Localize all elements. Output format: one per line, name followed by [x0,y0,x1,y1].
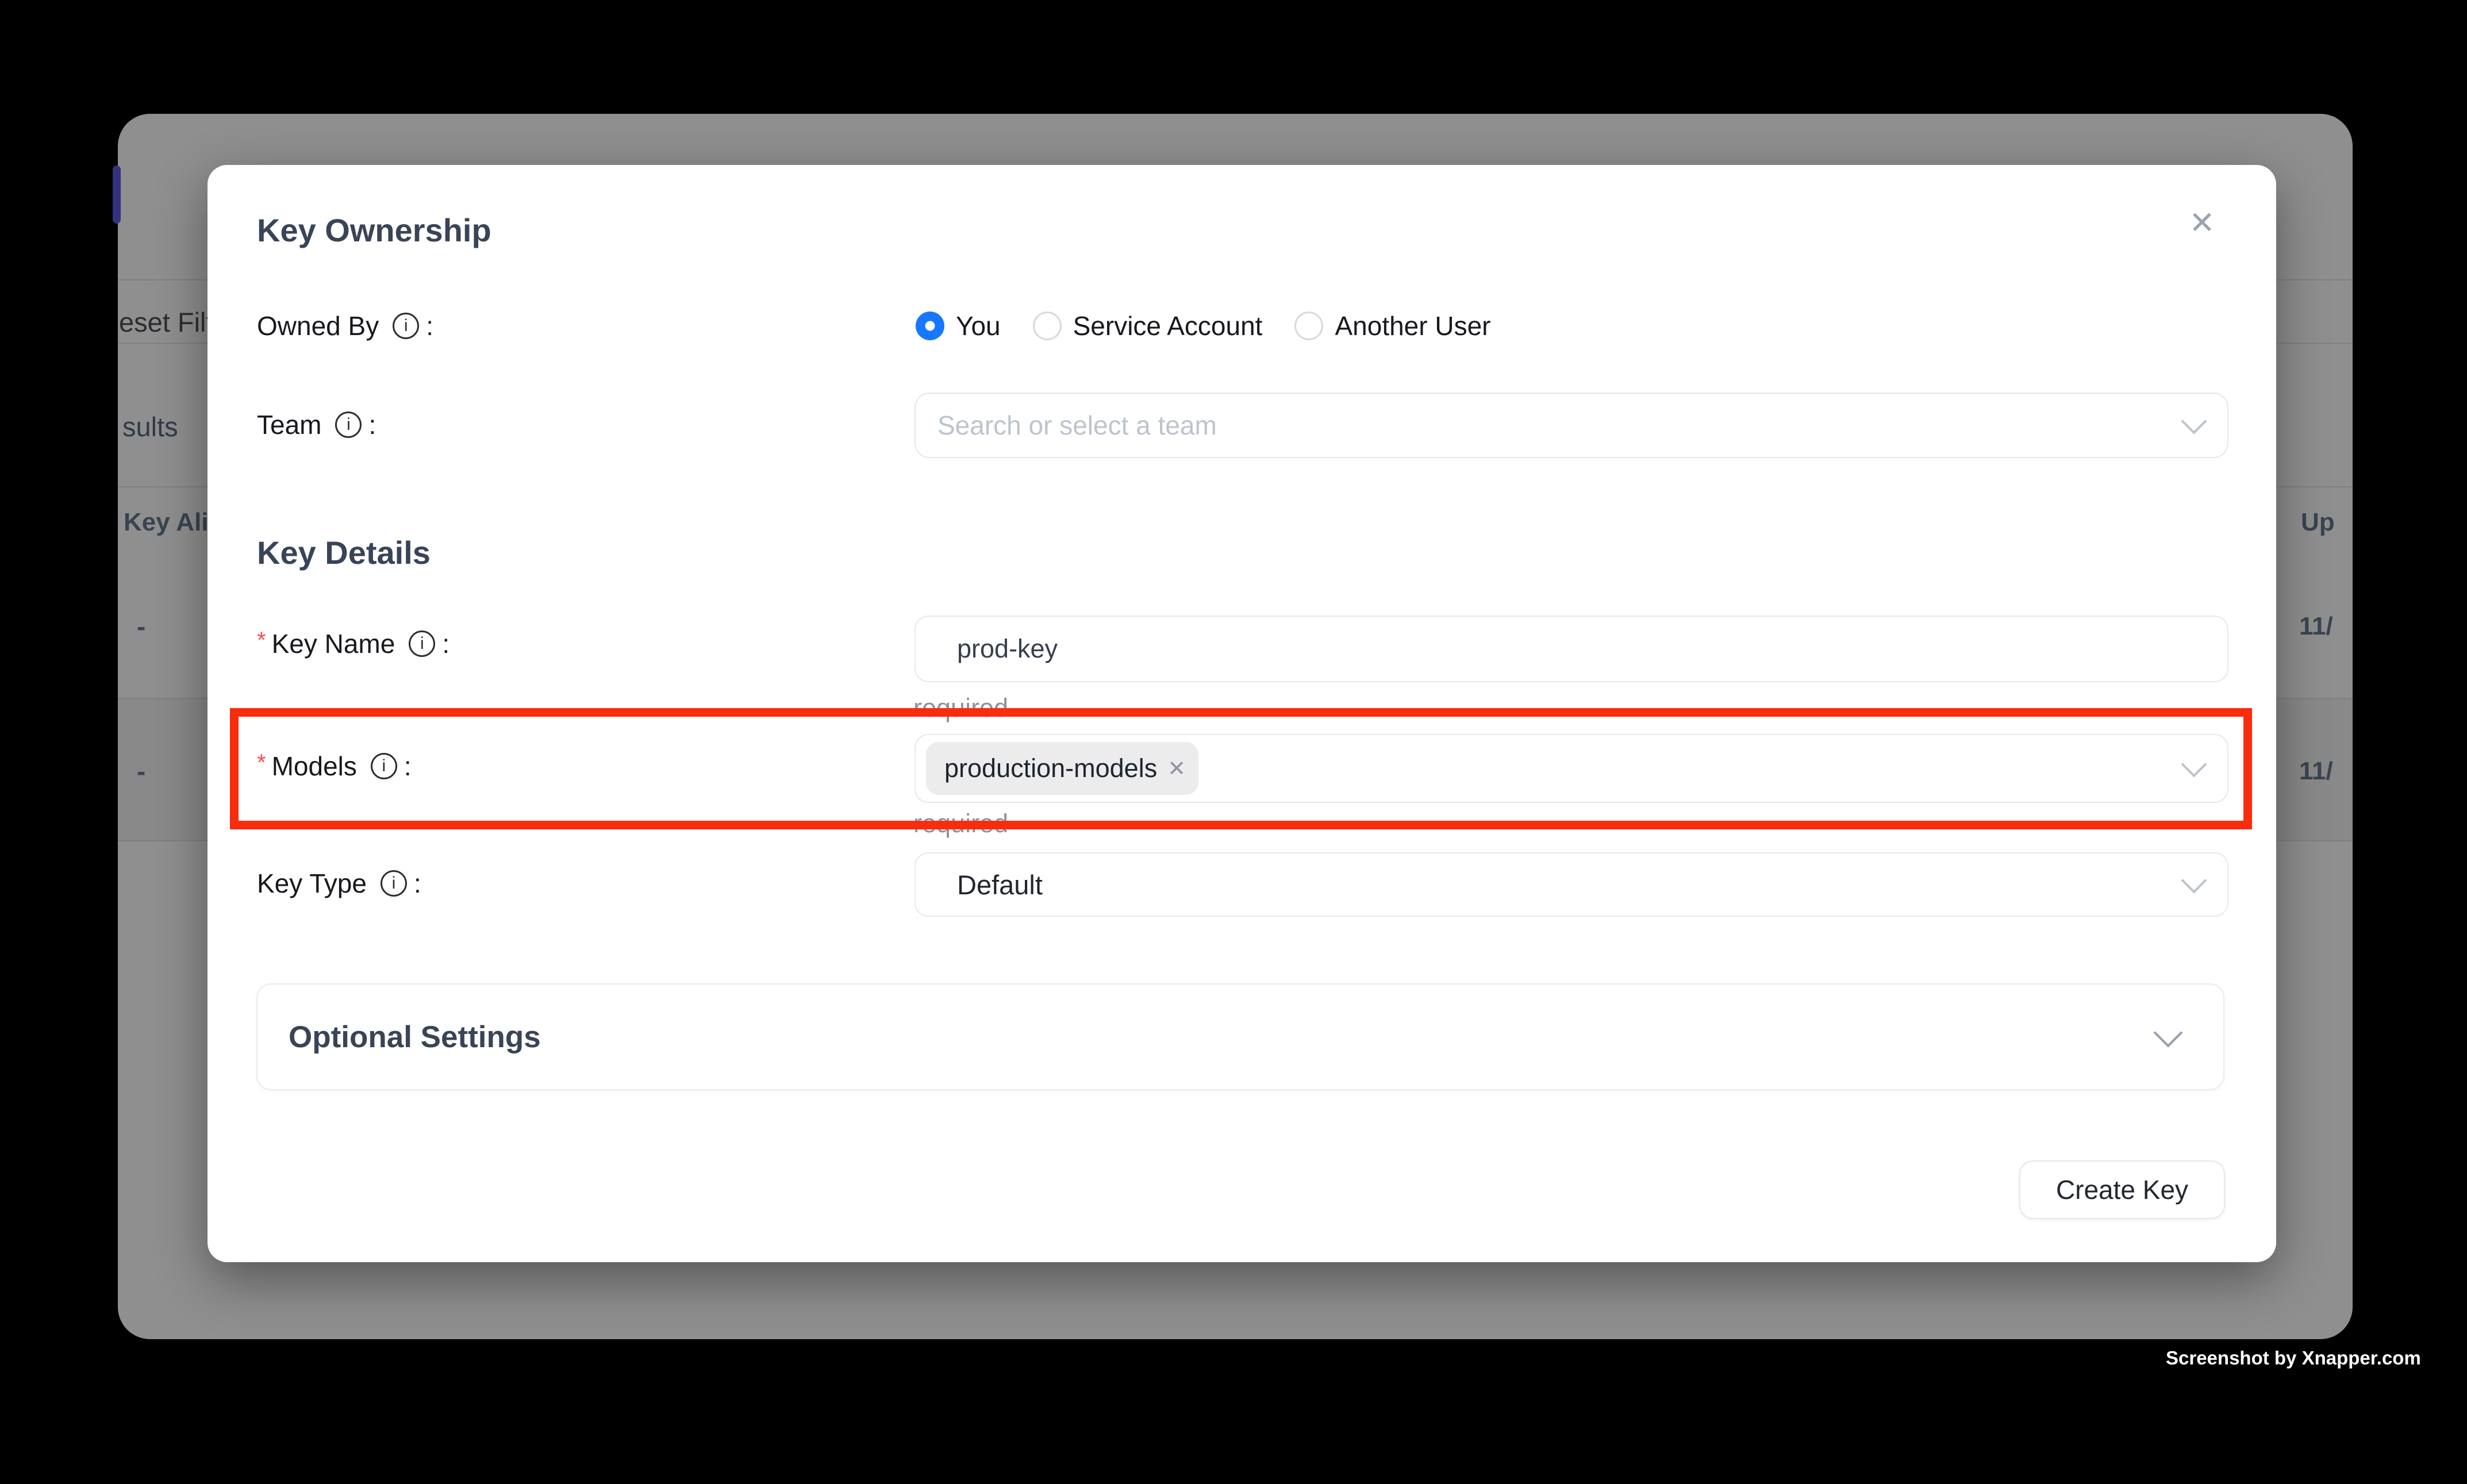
key-name-input[interactable]: prod-key [914,616,2228,682]
optional-settings-accordion[interactable]: Optional Settings [256,983,2224,1090]
label-colon: : [414,868,421,899]
required-mark: * [257,628,266,653]
reset-filters-button-fragment: eset Filt [119,305,214,339]
team-label-row: Team i : [257,407,376,442]
key-type-select[interactable]: Default [914,852,2228,917]
radio-label: Another User [1335,310,1490,341]
chevron-down-icon [2182,414,2205,437]
optional-settings-title: Optional Settings [289,985,541,1089]
table-row-cell: 11/ [2299,609,2333,644]
info-icon: i [393,313,419,339]
results-count-fragment: sults [122,409,178,444]
info-icon: i [409,630,435,657]
clipped-blue-button-fragment [113,166,121,224]
table-header-updated: Up [2301,505,2335,540]
radio-unselected-icon[interactable] [1294,312,1323,340]
radio-label: Service Account [1073,310,1263,341]
info-icon: i [335,412,362,438]
modal-section-title-key-details: Key Details [257,535,431,570]
key-type-value: Default [916,869,1043,901]
table-row-cell: 11/ [2299,754,2333,789]
screenshot-canvas: eset Filt sults Key Alia Up - 11/ - 11/ … [0,0,2467,1484]
info-icon: i [381,870,407,897]
radio-option-service-account[interactable]: Service Account [1033,310,1263,341]
radio-option-another-user[interactable]: Another User [1294,310,1490,341]
modal-section-title-key-ownership: Key Ownership [257,213,491,247]
owned-by-label: Owned By [257,310,379,341]
radio-option-you[interactable]: You [916,310,1001,341]
table-row-cell: - [137,609,145,644]
table-row-cell: - [137,754,145,789]
create-key-button[interactable]: Create Key [2019,1160,2225,1219]
annotation-box [230,708,2252,829]
radio-label: You [956,310,1001,341]
team-label: Team [257,409,321,440]
key-name-label: Key Name [272,628,395,659]
owned-by-label-row: Owned By i : [257,309,433,343]
label-colon: : [368,409,376,440]
team-select[interactable]: Search or select a team [914,393,2228,458]
chevron-down-icon [2182,873,2205,896]
key-name-label-row: * Key Name i : [257,626,449,661]
label-colon: : [442,628,449,659]
xnapper-credit: Screenshot by Xnapper.com [2166,1347,2421,1369]
team-select-placeholder: Search or select a team [916,410,1217,441]
radio-unselected-icon[interactable] [1033,312,1062,340]
label-colon: : [426,310,433,341]
close-icon[interactable]: ✕ [2180,201,2224,244]
radio-selected-icon[interactable] [916,312,944,340]
key-type-label: Key Type [257,868,367,899]
key-name-value: prod-key [916,634,1058,664]
owned-by-radio-group: You Service Account Another User [916,312,1523,340]
chevron-down-icon [2157,1025,2180,1048]
key-type-label-row: Key Type i : [257,866,421,901]
